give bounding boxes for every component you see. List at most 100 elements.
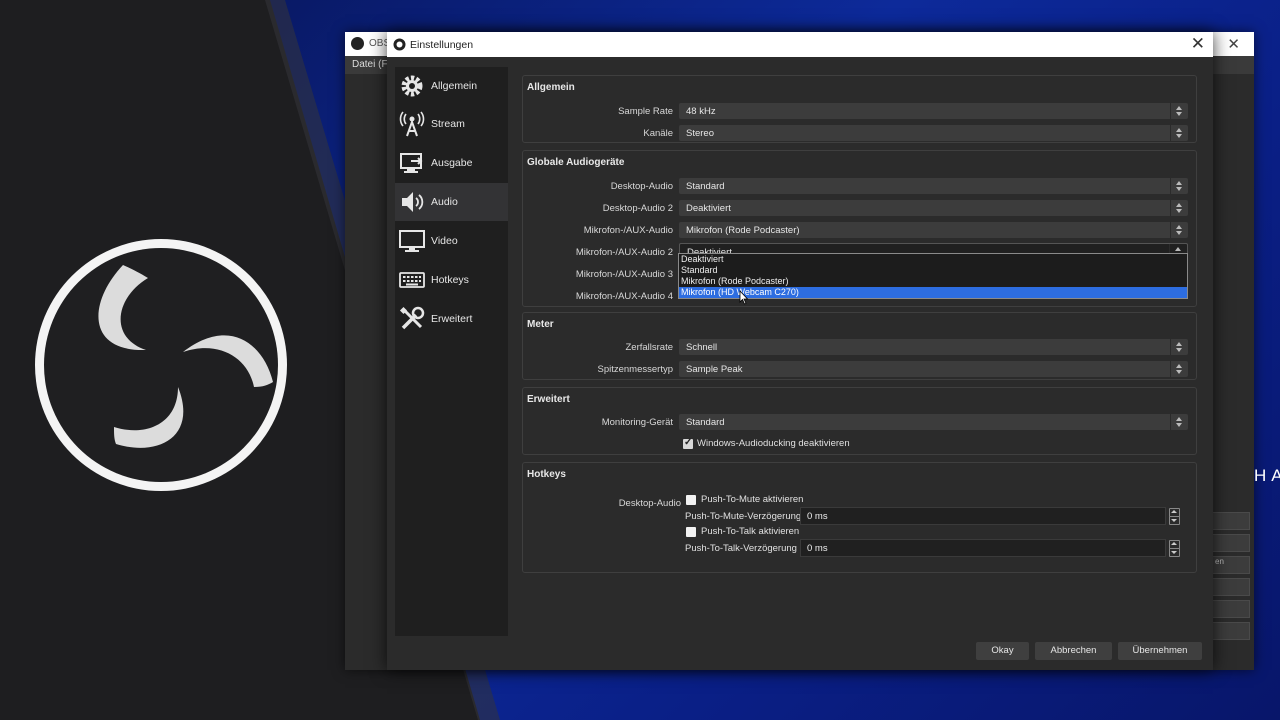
panel-row[interactable]: en [1212,556,1250,574]
sidebar-item-label: Video [431,235,458,247]
decay-select[interactable]: Schnell [679,339,1188,355]
channels-label: Kanäle [643,128,673,139]
dropdown-option[interactable]: Mikrofon (Rode Podcaster) [679,276,1187,287]
channels-select[interactable]: Stereo [679,125,1188,141]
sidebar-item-stream[interactable]: Stream [395,105,508,143]
select-value: Standard [686,181,725,192]
sample-rate-select[interactable]: 48 kHz [679,103,1188,119]
monitor-icon [399,230,425,252]
panel-row[interactable] [1212,534,1250,552]
chevron-updown-icon [1170,361,1187,377]
menu-file[interactable]: Datei (F [352,59,388,70]
obs-app-icon [351,37,364,50]
group-title: Hotkeys [527,469,566,480]
mic-label: Mikrofon-/AUX-Audio [583,225,673,236]
sidebar-item-label: Allgemein [431,80,478,92]
ptm-delay-input[interactable]: 0 ms [800,507,1166,525]
settings-dialog: Einstellungen ✕ Allgemein Stream Ausgabe… [387,32,1213,670]
mouse-cursor-icon [739,290,749,305]
sidebar-item-hotkeys[interactable]: Hotkeys [395,261,508,299]
decay-label: Zerfallsrate [625,342,673,353]
ptt-delay-stepper[interactable] [1167,539,1180,557]
sidebar-item-label: Audio [431,196,458,208]
select-value: Stereo [686,128,714,139]
select-value: Schnell [686,342,718,353]
mic2-dropdown-list: Deaktiviert Standard Mikrofon (Rode Podc… [678,253,1188,299]
select-value: Sample Peak [686,364,743,375]
chevron-updown-icon [1170,125,1187,141]
output-monitor-icon [400,153,423,173]
group-title: Meter [527,319,554,330]
sidebar-item-label: Hotkeys [431,274,469,286]
peak-select[interactable]: Sample Peak [679,361,1188,377]
sidebar-item-general[interactable]: Allgemein [395,67,508,105]
desktop-audio2-label: Desktop-Audio 2 [602,203,673,214]
sidebar-item-advanced[interactable]: Erweitert [395,300,508,338]
desktop-audio-select[interactable]: Standard [679,178,1188,194]
speaker-icon [402,192,424,212]
ptm-delay-label: Push-To-Mute-Verzögerung [685,511,802,522]
chevron-updown-icon [1170,200,1187,216]
mic3-label: Mikrofon-/AUX-Audio 3 [575,269,673,280]
main-close-icon[interactable]: ✕ [1227,35,1240,53]
monitoring-select[interactable]: Standard [679,414,1188,430]
ptt-delay-input[interactable]: 0 ms [800,539,1166,557]
ducking-label: Windows-Audioducking deaktivieren [697,438,850,449]
settings-sidebar: Allgemein Stream Ausgabe Audio Video Hot… [395,67,508,636]
dropdown-option-highlighted[interactable]: Mikrofon (HD Webcam C270) [679,287,1187,298]
group-meter: Meter Zerfallsrate Schnell Spitzenmesser… [522,312,1197,380]
input-value: 0 ms [807,543,828,554]
panel-row[interactable] [1212,600,1250,618]
chevron-updown-icon [1170,339,1187,355]
sidebar-item-video[interactable]: Video [395,222,508,260]
dialog-title-bar: Einstellungen ✕ [387,32,1213,57]
panel-row[interactable] [1212,578,1250,596]
group-title: Globale Audiogeräte [527,157,625,168]
chevron-updown-icon [1170,178,1187,194]
sidebar-item-audio[interactable]: Audio [395,183,508,221]
chevron-updown-icon [1170,414,1187,430]
ptm-checkbox[interactable] [686,495,696,505]
group-general: Allgemein Sample Rate 48 kHz Kanäle Ster… [522,75,1197,143]
dialog-title: Einstellungen [410,39,474,51]
ducking-checkbox[interactable] [683,437,693,449]
obs-logo-icon [35,239,287,491]
peak-label: Spitzenmessertyp [597,364,673,375]
apply-button[interactable]: Übernehmen [1118,642,1202,660]
chevron-updown-icon [1170,103,1187,119]
keyboard-icon [399,272,425,288]
settings-content: Allgemein Sample Rate 48 kHz Kanäle Ster… [518,71,1197,631]
cancel-button[interactable]: Abbrechen [1035,642,1112,660]
sample-rate-label: Sample Rate [618,106,673,117]
ptt-enable-label: Push-To-Talk aktivieren [701,526,800,537]
dropdown-option[interactable]: Standard [679,265,1187,276]
tools-icon [399,306,425,330]
desktop-audio2-select[interactable]: Deaktiviert [679,200,1188,216]
mic-select[interactable]: Mikrofon (Rode Podcaster) [679,222,1188,238]
main-right-panel: en [1212,512,1250,652]
group-title: Allgemein [527,82,575,93]
panel-row[interactable] [1212,622,1250,640]
desktop-audio-label: Desktop-Audio [610,181,673,192]
mic2-label: Mikrofon-/AUX-Audio 2 [575,247,673,258]
panel-row[interactable] [1212,512,1250,530]
select-value: Deaktiviert [686,203,731,214]
sidebar-item-output[interactable]: Ausgabe [395,144,508,182]
select-value: Standard [686,417,725,428]
dropdown-option[interactable]: Deaktiviert [679,254,1187,265]
close-icon[interactable]: ✕ [1191,35,1205,52]
obs-app-icon [393,38,406,51]
chevron-updown-icon [1170,222,1187,238]
sidebar-item-label: Ausgabe [431,157,473,169]
ok-button[interactable]: Okay [976,642,1029,660]
group-title: Erweitert [527,394,570,405]
select-value: 48 kHz [686,106,716,117]
group-hotkeys: Hotkeys Desktop-Audio Push-To-Mute aktiv… [522,462,1197,573]
ptm-delay-stepper[interactable] [1167,507,1180,525]
group-advanced: Erweitert Monitoring-Gerät Standard Wind… [522,387,1197,455]
input-value: 0 ms [807,511,828,522]
sidebar-item-label: Erweitert [431,313,473,325]
sidebar-item-label: Stream [431,118,465,130]
ptt-checkbox[interactable] [686,527,696,537]
hotkey-source-label: Desktop-Audio [618,498,681,509]
